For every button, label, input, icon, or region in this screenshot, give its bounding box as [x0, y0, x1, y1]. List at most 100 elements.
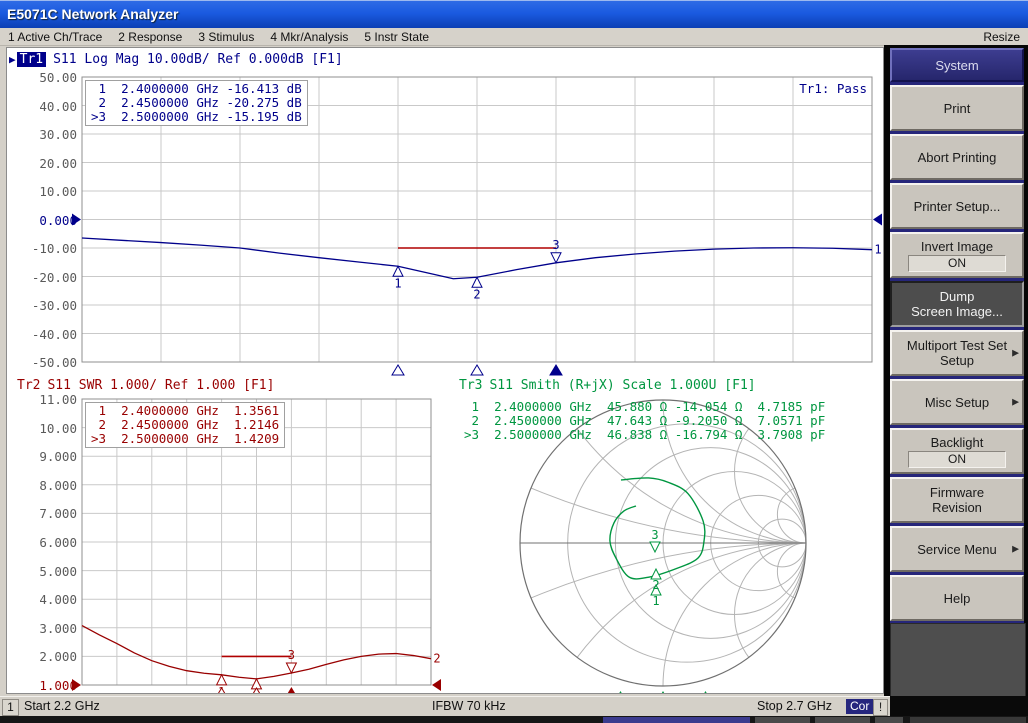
sidebar-button-invert-image[interactable]: Invert ImageON [890, 232, 1024, 278]
sidebar-button-label: Abort Printing [918, 150, 997, 165]
charts-canvas: 12311232123 [7, 48, 883, 693]
sidebar-button-dump-screen-image[interactable]: Dump Screen Image... [890, 281, 1024, 327]
tr1-header[interactable]: ▶Tr1S11 Log Mag 10.00dB/ Ref 0.000dB [F1… [9, 52, 343, 67]
menu-bar: 1 Active Ch/Trace2 Response3 Stimulus4 M… [0, 28, 1028, 46]
tr2-y-label: 5.000 [7, 564, 77, 579]
marker-triangle [650, 542, 660, 552]
tr1-marker-readout: 1 2.4000000 GHz -16.413 dB 2 2.4500000 G… [85, 80, 308, 126]
warning-indicator: ! [873, 699, 888, 716]
sidebar-button-value: ON [908, 255, 1006, 272]
sidebar-button-label: Invert Image [921, 239, 993, 254]
taskbar-strip [0, 716, 1028, 723]
tr2-y-label: 6.000 [7, 535, 77, 550]
sidebar-button-label: Printer Setup... [914, 199, 1001, 214]
channel-indicator: 1 [2, 699, 19, 716]
tr1-y-label: 20.00 [7, 156, 77, 171]
taskbar-clock-segment [910, 717, 1026, 723]
tr1-y-label: -40.00 [7, 327, 77, 342]
tr1-y-label: 50.00 [7, 70, 77, 85]
ref-level-arrow-right [873, 214, 882, 226]
stimulus-marker-triangle [285, 688, 297, 693]
tr2-y-label: 1.000 [7, 678, 77, 693]
tr3-header[interactable]: Tr3 S11 Smith (R+jX) Scale 1.000U [F1] [459, 378, 756, 393]
marker-triangle [286, 663, 296, 673]
tr2-y-label: 9.000 [7, 449, 77, 464]
tr1-y-label: -20.00 [7, 270, 77, 285]
stimulus-marker-triangle [657, 692, 669, 693]
svg-text:3: 3 [288, 648, 295, 662]
tr2-y-label: 4.000 [7, 592, 77, 607]
sidebar-button-help[interactable]: Help [890, 575, 1024, 621]
marker-triangle [472, 277, 482, 287]
tr3-marker-readout: 1 2.4000000 GHz 45.880 Ω -14.054 Ω 4.718… [459, 399, 830, 443]
menu-item-2-response[interactable]: 2 Response [110, 30, 190, 44]
sidebar-button-abort-printing[interactable]: Abort Printing [890, 134, 1024, 180]
sidebar-button-system[interactable]: System [890, 48, 1024, 82]
stimulus-marker-triangle [392, 365, 404, 375]
smith-grid [91, 48, 883, 693]
stimulus-marker-triangle [550, 365, 562, 375]
menu-item-5-instr-state[interactable]: 5 Instr State [356, 30, 437, 44]
tr1-y-label: 40.00 [7, 99, 77, 114]
start-frequency: Start 2.2 GHz [24, 699, 100, 713]
tr3-label: Tr3 [459, 378, 482, 393]
sidebar-button-label: Misc Setup [925, 395, 989, 410]
tr2-y-label: 10.00 [7, 421, 77, 436]
menu-item-3-stimulus[interactable]: 3 Stimulus [190, 30, 262, 44]
sidebar-button-printer-setup[interactable]: Printer Setup... [890, 183, 1024, 229]
ifbw-indicator: IFBW 70 kHz [432, 699, 506, 713]
window-title: E5071C Network Analyzer [0, 1, 1028, 28]
sidebar-button-print[interactable]: Print [890, 85, 1024, 131]
sidebar-button-firmware-revision[interactable]: Firmware Revision [890, 477, 1024, 523]
tr3-title: S11 Smith (R+jX) Scale 1.000U [F1] [489, 378, 755, 393]
svg-text:1: 1 [394, 276, 401, 290]
sidebar-button-label: Firmware Revision [930, 485, 984, 515]
tr1-y-label: -50.00 [7, 355, 77, 370]
tr1-limit-status: Tr1: Pass [799, 81, 867, 96]
tr2-y-label: 11.00 [7, 392, 77, 407]
taskbar-segment[interactable] [875, 717, 903, 723]
sidebar-button-label: Print [944, 101, 971, 116]
sidebar-button-value: ON [908, 451, 1006, 468]
menu-item-4-mkr-analysis[interactable]: 4 Mkr/Analysis [262, 30, 356, 44]
sidebar-button-service-menu[interactable]: Service Menu ▶ [890, 526, 1024, 572]
menu-item-resize[interactable]: Resize [975, 30, 1028, 44]
instrument-screen: 12311232123 ▶Tr1S11 Log Mag 10.00dB/ Ref… [6, 47, 884, 694]
marker-triangle [551, 253, 561, 263]
sidebar-button-label: Dump Screen Image... [911, 289, 1003, 319]
sidebar-button-label: Service Menu [917, 542, 996, 557]
stimulus-marker-triangle [471, 365, 483, 375]
title-bar: E5071C Network Analyzer [0, 0, 1028, 28]
tr2-y-label: 8.000 [7, 478, 77, 493]
sidebar-button-backlight[interactable]: BacklightON [890, 428, 1024, 474]
stop-frequency: Stop 2.7 GHz [757, 699, 832, 713]
menu-item-1-active-ch-trace[interactable]: 1 Active Ch/Trace [0, 30, 110, 44]
taskbar-segment[interactable] [755, 717, 810, 723]
tr1-title: S11 Log Mag 10.00dB/ Ref 0.000dB [F1] [53, 52, 343, 67]
submenu-arrow-icon: ▶ [1012, 544, 1019, 555]
taskbar-segment[interactable] [815, 717, 870, 723]
tr1-y-label: -10.00 [7, 241, 77, 256]
svg-text:1: 1 [652, 594, 659, 608]
submenu-arrow-icon: ▶ [1012, 397, 1019, 408]
stimulus-marker-triangle [700, 692, 712, 693]
svg-text:2: 2 [473, 287, 480, 301]
sidebar-button-misc-setup[interactable]: Misc Setup ▶ [890, 379, 1024, 425]
stimulus-marker-triangle [615, 692, 627, 693]
sidebar-button-label: System [935, 58, 978, 73]
tr2-y-label: 2.000 [7, 649, 77, 664]
tr2-y-label: 3.000 [7, 621, 77, 636]
taskbar-active-segment[interactable] [603, 717, 750, 723]
tr2-label: Tr2 [17, 378, 40, 393]
ref-level-arrow-right [432, 679, 441, 691]
svg-text:1: 1 [874, 243, 881, 257]
sidebar-button-multiport-test-set-setup[interactable]: Multiport Test Set Setup▶ [890, 330, 1024, 376]
svg-text:3: 3 [651, 528, 658, 542]
svg-text:2: 2 [652, 578, 659, 592]
tr2-marker-readout: 1 2.4000000 GHz 1.3561 2 2.4500000 GHz 1… [85, 402, 285, 448]
sidebar-button-label: Help [944, 591, 971, 606]
tr2-header[interactable]: Tr2S11 SWR 1.000/ Ref 1.000 [F1] [17, 378, 274, 393]
sidebar-button-label: Multiport Test Set Setup [907, 338, 1007, 368]
sidebar-button-label: Backlight [931, 435, 984, 450]
tr1-y-label: 30.00 [7, 127, 77, 142]
